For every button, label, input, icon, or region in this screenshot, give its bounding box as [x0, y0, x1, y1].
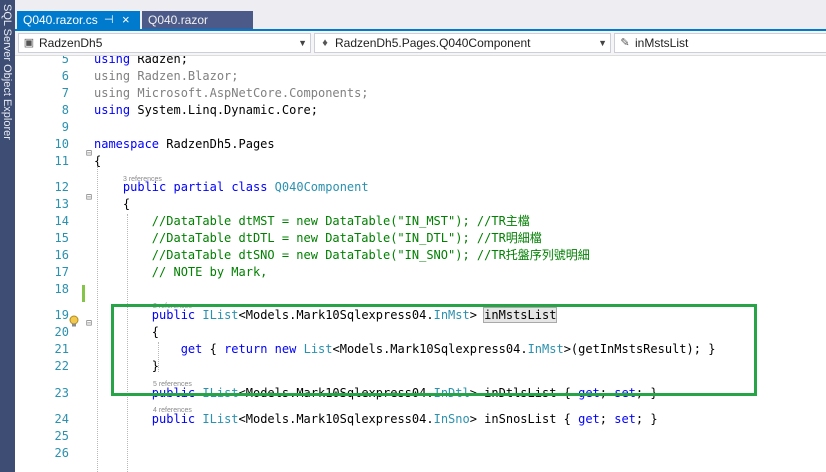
code-token: Radzen; [130, 56, 188, 66]
code-line[interactable]: namespace RadzenDh5.Pages [94, 136, 275, 153]
codelens-references[interactable]: 3 references [123, 176, 162, 184]
line-number: 21 [54, 342, 69, 356]
code-line[interactable]: using Radzen.Blazor; [94, 68, 239, 85]
line-number: 6 [61, 69, 69, 83]
document-tab-bar: Q040.razor.cs ⊣ × Q040.razor [15, 0, 826, 31]
line-number: 12 [54, 180, 69, 194]
tab-label: Q040.razor.cs [23, 13, 98, 27]
project-dropdown[interactable]: ▣ RadzenDh5 ▼ [18, 33, 311, 53]
navigation-bar: ▣ RadzenDh5 ▼ ♦ RadzenDh5.Pages.Q040Comp… [15, 31, 826, 56]
code-line[interactable]: // NOTE by Mark, [94, 264, 268, 281]
member-dropdown-value: inMstsList [635, 36, 689, 50]
lightbulb-icon[interactable] [67, 314, 81, 328]
code-token: get [578, 412, 600, 426]
code-token: set [614, 412, 636, 426]
code-token: Q040Component [274, 180, 369, 194]
code-token: RadzenDh5.Pages [159, 137, 275, 151]
code-token: using [94, 56, 131, 66]
code-token: ; [599, 412, 615, 426]
member-dropdown[interactable]: ✎ inMstsList [614, 33, 826, 53]
code-token: namespace [94, 137, 160, 151]
line-number: 22 [54, 359, 69, 373]
line-number: 18 [54, 282, 69, 296]
chevron-down-icon[interactable]: ▼ [598, 34, 607, 52]
codelens-references[interactable]: 4 references [153, 407, 192, 415]
line-number: 5 [61, 56, 69, 66]
code-token: InSno [433, 412, 470, 426]
type-dropdown[interactable]: ♦ RadzenDh5.Pages.Q040Component ▼ [314, 33, 611, 53]
close-icon[interactable]: × [122, 11, 130, 29]
class-icon: ♦ [322, 37, 328, 49]
line-number: 20 [54, 325, 69, 339]
line-number: 11 [54, 154, 69, 168]
code-token: //DataTable dtDTL = new DataTable("IN_DT… [151, 231, 542, 245]
code-token: > inSnosList { [469, 412, 579, 426]
line-number: 23 [54, 386, 69, 400]
code-token: <Models.Mark10Sqlexpress04. [238, 412, 434, 426]
line-number: 13 [54, 197, 69, 211]
code-token: using Radzen.Blazor; [94, 69, 239, 83]
code-token: //DataTable dtMST = new DataTable("IN_MS… [151, 214, 530, 228]
line-number: 24 [54, 412, 69, 426]
line-number: 8 [61, 103, 69, 117]
pin-icon[interactable]: ⊣ [104, 11, 114, 29]
csharp-project-icon: ▣ [23, 37, 35, 49]
line-number: 16 [54, 248, 69, 262]
code-token: //DataTable dtSNO = new DataTable("IN_SN… [151, 248, 590, 262]
code-token: partial [173, 180, 225, 194]
code-token: using [94, 103, 131, 117]
line-number: 10 [54, 137, 69, 151]
change-indicator [82, 285, 85, 302]
line-number: 14 [54, 214, 69, 228]
code-line[interactable]: //DataTable dtDTL = new DataTable("IN_DT… [94, 230, 542, 247]
code-line[interactable]: //DataTable dtMST = new DataTable("IN_MS… [94, 213, 530, 230]
code-token: class [231, 180, 268, 194]
code-editor[interactable]: ⊟ ⊟ ⊟ using System.Threading.Tasks;5usin… [15, 56, 826, 472]
tab-q040-razor-cs[interactable]: Q040.razor.cs ⊣ × [17, 11, 140, 29]
line-number: 17 [54, 265, 69, 279]
sql-server-object-explorer-strip[interactable]: SQL Server Object Explorer [0, 0, 15, 472]
code-token: using Microsoft.AspNetCore.Components; [94, 86, 369, 100]
code-token: ; } [635, 412, 658, 426]
wrench-icon: ✎ [620, 37, 630, 49]
code-token: System.Linq.Dynamic.Core; [130, 103, 318, 117]
project-dropdown-value: RadzenDh5 [39, 36, 103, 50]
line-number: 9 [61, 120, 69, 134]
line-number: 25 [54, 429, 69, 443]
code-line[interactable]: { [94, 153, 101, 170]
code-token: { [94, 197, 131, 211]
highlight-annotation-box [111, 304, 757, 396]
line-number: 15 [54, 231, 69, 245]
code-line[interactable]: { [94, 196, 130, 213]
type-dropdown-value: RadzenDh5.Pages.Q040Component [335, 36, 531, 50]
line-number: 26 [54, 446, 69, 460]
sidebar-label[interactable]: SQL Server Object Explorer [1, 4, 13, 140]
code-line[interactable]: using Microsoft.AspNetCore.Components; [94, 85, 369, 102]
code-token: IList [202, 412, 239, 426]
line-number: 19 [54, 308, 69, 322]
tab-label: Q040.razor [148, 13, 209, 27]
tab-q040-razor[interactable]: Q040.razor [142, 11, 253, 29]
code-token: { [94, 154, 102, 168]
line-number: 7 [61, 86, 69, 100]
code-line[interactable]: using System.Linq.Dynamic.Core; [94, 102, 318, 119]
code-token: // NOTE by Mark, [151, 265, 268, 279]
code-line[interactable]: //DataTable dtSNO = new DataTable("IN_SN… [94, 247, 590, 264]
code-line[interactable]: using Radzen; [94, 56, 188, 68]
chevron-down-icon[interactable]: ▼ [298, 34, 307, 52]
